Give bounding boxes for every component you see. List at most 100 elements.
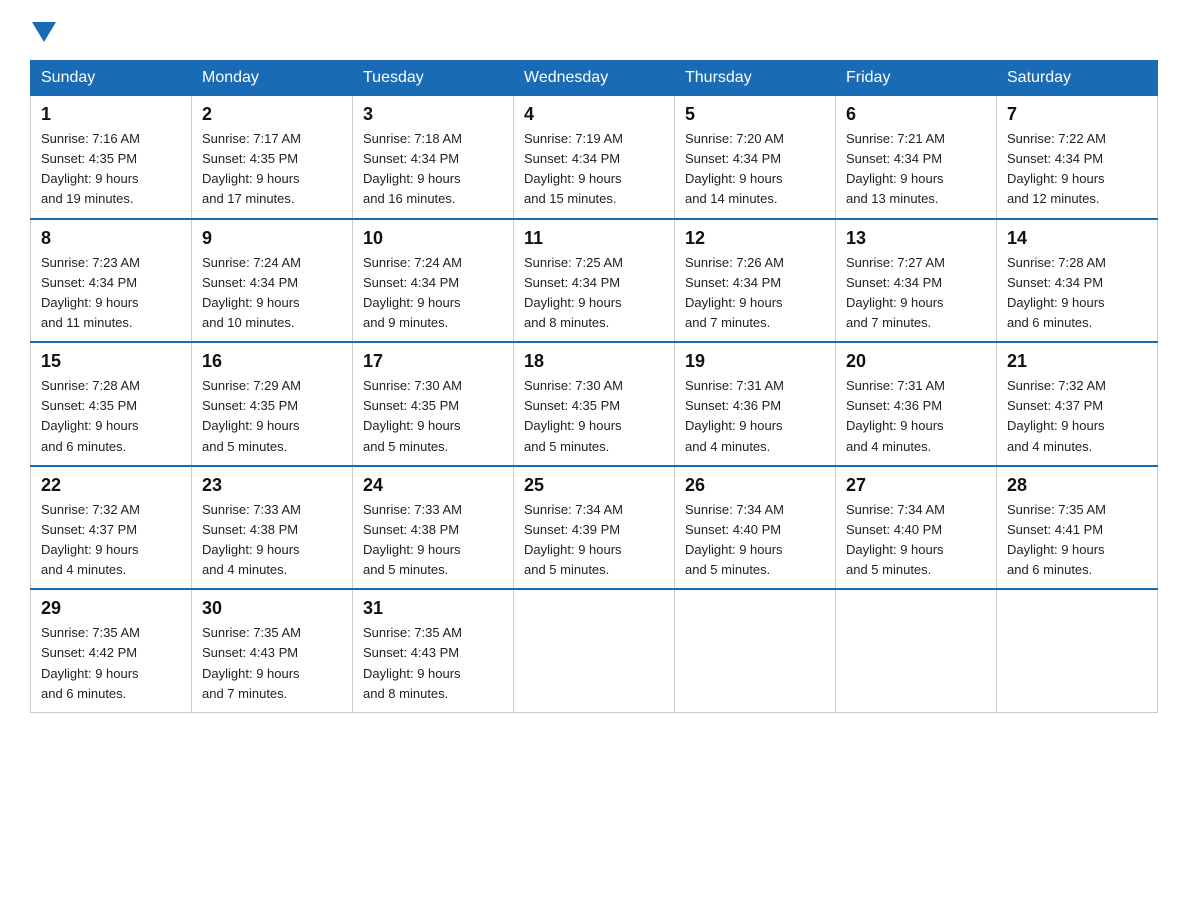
day-info: Sunrise: 7:22 AMSunset: 4:34 PMDaylight:… [1007, 129, 1147, 210]
col-header-thursday: Thursday [675, 61, 836, 96]
day-number: 7 [1007, 104, 1147, 125]
day-number: 20 [846, 351, 986, 372]
day-number: 21 [1007, 351, 1147, 372]
day-number: 5 [685, 104, 825, 125]
day-info: Sunrise: 7:28 AMSunset: 4:35 PMDaylight:… [41, 376, 181, 457]
calendar-cell: 16 Sunrise: 7:29 AMSunset: 4:35 PMDayligh… [192, 342, 353, 466]
calendar-cell: 7 Sunrise: 7:22 AMSunset: 4:34 PMDaylight… [997, 96, 1158, 219]
calendar-cell: 14 Sunrise: 7:28 AMSunset: 4:34 PMDayligh… [997, 219, 1158, 343]
calendar-cell [836, 589, 997, 712]
day-info: Sunrise: 7:29 AMSunset: 4:35 PMDaylight:… [202, 376, 342, 457]
day-info: Sunrise: 7:33 AMSunset: 4:38 PMDaylight:… [202, 500, 342, 581]
logo-arrow-icon [32, 22, 56, 42]
calendar-cell: 6 Sunrise: 7:21 AMSunset: 4:34 PMDaylight… [836, 96, 997, 219]
day-number: 25 [524, 475, 664, 496]
day-number: 15 [41, 351, 181, 372]
calendar-cell: 22 Sunrise: 7:32 AMSunset: 4:37 PMDayligh… [31, 466, 192, 590]
day-info: Sunrise: 7:31 AMSunset: 4:36 PMDaylight:… [846, 376, 986, 457]
day-number: 23 [202, 475, 342, 496]
day-number: 30 [202, 598, 342, 619]
calendar-week-row: 1 Sunrise: 7:16 AMSunset: 4:35 PMDaylight… [31, 96, 1158, 219]
col-header-saturday: Saturday [997, 61, 1158, 96]
calendar-cell: 19Sunrise: 7:31 AMSunset: 4:36 PMDayligh… [675, 342, 836, 466]
day-info: Sunrise: 7:24 AMSunset: 4:34 PMDaylight:… [202, 253, 342, 334]
day-number: 9 [202, 228, 342, 249]
calendar-table: SundayMondayTuesdayWednesdayThursdayFrid… [30, 60, 1158, 713]
day-info: Sunrise: 7:25 AMSunset: 4:34 PMDaylight:… [524, 253, 664, 334]
calendar-cell: 1 Sunrise: 7:16 AMSunset: 4:35 PMDaylight… [31, 96, 192, 219]
day-info: Sunrise: 7:18 AMSunset: 4:34 PMDaylight:… [363, 129, 503, 210]
calendar-cell: 4 Sunrise: 7:19 AMSunset: 4:34 PMDaylight… [514, 96, 675, 219]
calendar-cell: 9 Sunrise: 7:24 AMSunset: 4:34 PMDaylight… [192, 219, 353, 343]
day-number: 22 [41, 475, 181, 496]
day-number: 18 [524, 351, 664, 372]
calendar-cell: 25 Sunrise: 7:34 AMSunset: 4:39 PMDayligh… [514, 466, 675, 590]
day-info: Sunrise: 7:30 AMSunset: 4:35 PMDaylight:… [363, 376, 503, 457]
day-info: Sunrise: 7:34 AMSunset: 4:39 PMDaylight:… [524, 500, 664, 581]
calendar-cell: 12 Sunrise: 7:26 AMSunset: 4:34 PMDayligh… [675, 219, 836, 343]
day-number: 4 [524, 104, 664, 125]
day-info: Sunrise: 7:26 AMSunset: 4:34 PMDaylight:… [685, 253, 825, 334]
day-info: Sunrise: 7:28 AMSunset: 4:34 PMDaylight:… [1007, 253, 1147, 334]
day-info: Sunrise: 7:20 AMSunset: 4:34 PMDaylight:… [685, 129, 825, 210]
day-info: Sunrise: 7:35 AMSunset: 4:43 PMDaylight:… [202, 623, 342, 704]
day-info: Sunrise: 7:19 AMSunset: 4:34 PMDaylight:… [524, 129, 664, 210]
page-header [30, 20, 1158, 40]
day-number: 6 [846, 104, 986, 125]
day-info: Sunrise: 7:21 AMSunset: 4:34 PMDaylight:… [846, 129, 986, 210]
day-info: Sunrise: 7:23 AMSunset: 4:34 PMDaylight:… [41, 253, 181, 334]
day-number: 13 [846, 228, 986, 249]
calendar-week-row: 29 Sunrise: 7:35 AMSunset: 4:42 PMDayligh… [31, 589, 1158, 712]
day-number: 28 [1007, 475, 1147, 496]
day-number: 31 [363, 598, 503, 619]
day-info: Sunrise: 7:17 AMSunset: 4:35 PMDaylight:… [202, 129, 342, 210]
calendar-cell [997, 589, 1158, 712]
day-info: Sunrise: 7:34 AMSunset: 4:40 PMDaylight:… [846, 500, 986, 581]
day-info: Sunrise: 7:33 AMSunset: 4:38 PMDaylight:… [363, 500, 503, 581]
day-number: 16 [202, 351, 342, 372]
calendar-cell: 18 Sunrise: 7:30 AMSunset: 4:35 PMDayligh… [514, 342, 675, 466]
day-number: 12 [685, 228, 825, 249]
col-header-sunday: Sunday [31, 61, 192, 96]
col-header-friday: Friday [836, 61, 997, 96]
day-number: 3 [363, 104, 503, 125]
day-number: 1 [41, 104, 181, 125]
day-info: Sunrise: 7:16 AMSunset: 4:35 PMDaylight:… [41, 129, 181, 210]
day-info: Sunrise: 7:30 AMSunset: 4:35 PMDaylight:… [524, 376, 664, 457]
col-header-wednesday: Wednesday [514, 61, 675, 96]
day-number: 2 [202, 104, 342, 125]
calendar-cell: 17 Sunrise: 7:30 AMSunset: 4:35 PMDayligh… [353, 342, 514, 466]
day-number: 26 [685, 475, 825, 496]
day-number: 10 [363, 228, 503, 249]
calendar-cell [675, 589, 836, 712]
calendar-cell: 8Sunrise: 7:23 AMSunset: 4:34 PMDaylight… [31, 219, 192, 343]
calendar-cell: 30 Sunrise: 7:35 AMSunset: 4:43 PMDayligh… [192, 589, 353, 712]
day-info: Sunrise: 7:35 AMSunset: 4:41 PMDaylight:… [1007, 500, 1147, 581]
day-number: 14 [1007, 228, 1147, 249]
day-number: 11 [524, 228, 664, 249]
calendar-cell: 5 Sunrise: 7:20 AMSunset: 4:34 PMDaylight… [675, 96, 836, 219]
calendar-cell: 21Sunrise: 7:32 AMSunset: 4:37 PMDayligh… [997, 342, 1158, 466]
day-number: 19 [685, 351, 825, 372]
calendar-week-row: 8Sunrise: 7:23 AMSunset: 4:34 PMDaylight… [31, 219, 1158, 343]
calendar-week-row: 15 Sunrise: 7:28 AMSunset: 4:35 PMDayligh… [31, 342, 1158, 466]
calendar-cell: 26Sunrise: 7:34 AMSunset: 4:40 PMDayligh… [675, 466, 836, 590]
calendar-cell: 31 Sunrise: 7:35 AMSunset: 4:43 PMDayligh… [353, 589, 514, 712]
calendar-cell: 13 Sunrise: 7:27 AMSunset: 4:34 PMDayligh… [836, 219, 997, 343]
calendar-header-row: SundayMondayTuesdayWednesdayThursdayFrid… [31, 61, 1158, 96]
day-info: Sunrise: 7:24 AMSunset: 4:34 PMDaylight:… [363, 253, 503, 334]
day-number: 27 [846, 475, 986, 496]
col-header-monday: Monday [192, 61, 353, 96]
calendar-cell: 23 Sunrise: 7:33 AMSunset: 4:38 PMDayligh… [192, 466, 353, 590]
calendar-cell: 28 Sunrise: 7:35 AMSunset: 4:41 PMDayligh… [997, 466, 1158, 590]
calendar-cell: 15 Sunrise: 7:28 AMSunset: 4:35 PMDayligh… [31, 342, 192, 466]
day-info: Sunrise: 7:35 AMSunset: 4:43 PMDaylight:… [363, 623, 503, 704]
col-header-tuesday: Tuesday [353, 61, 514, 96]
calendar-cell: 24Sunrise: 7:33 AMSunset: 4:38 PMDayligh… [353, 466, 514, 590]
day-info: Sunrise: 7:27 AMSunset: 4:34 PMDaylight:… [846, 253, 986, 334]
day-info: Sunrise: 7:32 AMSunset: 4:37 PMDaylight:… [41, 500, 181, 581]
calendar-week-row: 22 Sunrise: 7:32 AMSunset: 4:37 PMDayligh… [31, 466, 1158, 590]
day-info: Sunrise: 7:35 AMSunset: 4:42 PMDaylight:… [41, 623, 181, 704]
day-number: 17 [363, 351, 503, 372]
day-number: 29 [41, 598, 181, 619]
